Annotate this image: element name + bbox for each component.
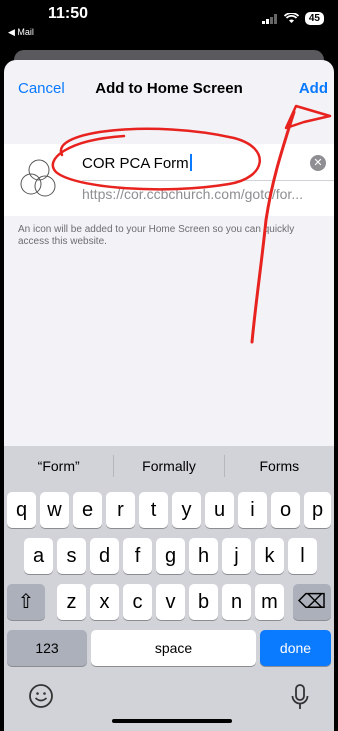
status-time: 11:50 [48, 5, 89, 22]
shift-key[interactable]: ⇧ [7, 584, 45, 620]
key-y[interactable]: y [172, 492, 201, 528]
emoji-icon[interactable] [28, 683, 54, 709]
key-l[interactable]: l [288, 538, 317, 574]
key-w[interactable]: w [40, 492, 69, 528]
key-u[interactable]: u [205, 492, 234, 528]
battery-icon: 45 [304, 12, 324, 25]
microphone-icon[interactable] [290, 683, 310, 711]
navigation-bar: Cancel Add to Home Screen Add [4, 60, 334, 116]
key-v[interactable]: v [156, 584, 185, 620]
key-h[interactable]: h [189, 538, 218, 574]
delete-icon: ⌫ [297, 591, 327, 613]
suggestion-bar: “Form” Formally Forms [4, 446, 334, 486]
suggestion-3[interactable]: Forms [225, 458, 334, 474]
home-indicator [112, 719, 232, 723]
close-icon: ✕ [313, 157, 323, 169]
key-a[interactable]: a [24, 538, 53, 574]
key-i[interactable]: i [238, 492, 267, 528]
field-divider [82, 180, 334, 181]
site-icon [20, 159, 56, 197]
status-bar: 11:50 ◀ Mail 45 [0, 0, 338, 44]
space-key[interactable]: space [91, 630, 256, 666]
name-input-value: COR PCA Form [82, 155, 189, 172]
key-q[interactable]: q [7, 492, 36, 528]
key-o[interactable]: o [271, 492, 300, 528]
key-x[interactable]: x [90, 584, 119, 620]
key-e[interactable]: e [73, 492, 102, 528]
name-input[interactable]: COR PCA Form [82, 154, 192, 172]
suggestion-1[interactable]: “Form” [4, 458, 113, 474]
key-d[interactable]: d [90, 538, 119, 574]
key-b[interactable]: b [189, 584, 218, 620]
url-text: https://cor.ccbchurch.com/goto/for... [82, 186, 303, 202]
bookmark-card: COR PCA Form ✕ https://cor.ccbchurch.com… [4, 144, 334, 216]
wifi-icon [283, 13, 299, 23]
key-m[interactable]: m [255, 584, 284, 620]
key-t[interactable]: t [139, 492, 168, 528]
clear-text-button[interactable]: ✕ [310, 155, 326, 171]
key-r[interactable]: r [106, 492, 135, 528]
key-n[interactable]: n [222, 584, 251, 620]
back-to-mail-link[interactable]: ◀ Mail [8, 27, 34, 38]
add-to-home-sheet: Cancel Add to Home Screen Add COR PCA Fo… [4, 60, 334, 731]
hint-text: An icon will be added to your Home Scree… [18, 224, 295, 247]
add-button[interactable]: Add [299, 80, 328, 97]
key-p[interactable]: p [304, 492, 331, 528]
key-c[interactable]: c [123, 584, 152, 620]
status-icons: 45 [261, 12, 324, 25]
key-s[interactable]: s [57, 538, 86, 574]
done-key[interactable]: done [260, 630, 331, 666]
key-z[interactable]: z [57, 584, 86, 620]
key-f[interactable]: f [123, 538, 152, 574]
key-k[interactable]: k [255, 538, 284, 574]
text-cursor [189, 154, 192, 171]
sheet-title: Add to Home Screen [95, 80, 243, 97]
suggestion-2[interactable]: Formally [114, 458, 223, 474]
delete-key[interactable]: ⌫ [293, 584, 331, 620]
numbers-key[interactable]: 123 [7, 630, 87, 666]
key-j[interactable]: j [222, 538, 251, 574]
key-g[interactable]: g [156, 538, 185, 574]
shift-icon: ⇧ [17, 591, 35, 613]
keyboard-bottom-bar [4, 671, 334, 731]
signal-icon [261, 13, 277, 24]
keyboard: “Form” Formally Forms q w e r t y u i o … [4, 446, 334, 731]
